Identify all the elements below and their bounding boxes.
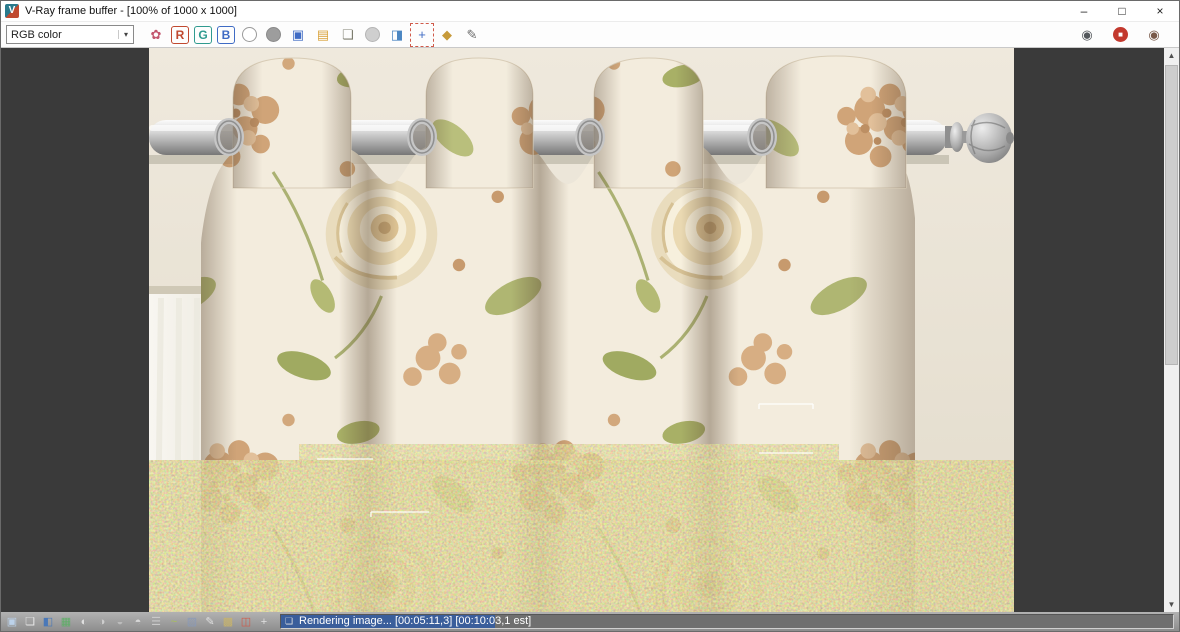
save-image-button[interactable]: ▣: [288, 25, 308, 45]
toolbar: RGB color ▾ ✿ RGB ▣▤❏ ◨+◆✎ ◉ ■ ◉: [1, 22, 1179, 48]
channel-dropdown-value: RGB color: [7, 29, 118, 41]
exposure-icon[interactable]: ◐: [76, 614, 92, 630]
green-channel-button[interactable]: G: [194, 26, 212, 44]
bucket-grid-icon[interactable]: ▩: [220, 614, 236, 630]
pan-zoom-icon[interactable]: +: [256, 614, 272, 630]
background-image-icon[interactable]: ▨: [184, 614, 200, 630]
channel-dropdown[interactable]: RGB color ▾: [6, 25, 134, 44]
render-image[interactable]: [149, 48, 1014, 612]
status-field: ❏ Rendering image... [00:05:11,3] [00:10…: [280, 614, 1174, 629]
start-render-button[interactable]: ◉: [1144, 25, 1164, 45]
titlebar[interactable]: V V-Ray frame buffer - [100% of 1000 x 1…: [1, 1, 1179, 22]
blue-channel-button[interactable]: B: [217, 26, 235, 44]
show-corrections-icon[interactable]: ❏: [22, 614, 38, 630]
link-buffer-button[interactable]: ◆: [437, 25, 457, 45]
window-title: V-Ray frame buffer - [100% of 1000 x 100…: [25, 5, 237, 17]
vfb-window: V V-Ray frame buffer - [100% of 1000 x 1…: [0, 0, 1180, 632]
restore-button[interactable]: □: [1103, 1, 1141, 22]
stop-render-button[interactable]: ■: [1113, 27, 1128, 42]
render-image-wrap: [149, 48, 1014, 612]
pixel-info-icon[interactable]: ▣: [4, 614, 20, 630]
toolbar-right-icons: ◉ ■ ◉: [1077, 25, 1174, 45]
chevron-down-icon: ▾: [118, 30, 133, 39]
log-icon: ❏: [285, 615, 293, 628]
vertical-scrollbar[interactable]: ▲ ▼: [1164, 48, 1179, 612]
alpha-channel-button[interactable]: [266, 27, 281, 42]
stamp-icon[interactable]: ✎: [202, 614, 218, 630]
levels-icon[interactable]: ☰: [148, 614, 164, 630]
statusbar-icons: ▣❏◧▦◐◑◒◓☰~▨✎▩◫+: [4, 614, 272, 630]
track-mouse-button[interactable]: ◉: [1077, 25, 1097, 45]
scrollbar-thumb[interactable]: [1165, 65, 1178, 365]
duplicate-to-host-button[interactable]: ◨: [387, 25, 407, 45]
region-render-button[interactable]: +: [412, 25, 432, 45]
window-controls: – □ ×: [1065, 1, 1179, 22]
scrollbar-track[interactable]: [1164, 63, 1179, 597]
clear-image-button[interactable]: [365, 27, 380, 42]
rgb-channels-button[interactable]: [242, 27, 257, 42]
scroll-up-button[interactable]: ▲: [1164, 48, 1179, 63]
monitor-icon[interactable]: ◧: [40, 614, 56, 630]
close-button[interactable]: ×: [1141, 1, 1179, 22]
minimize-button[interactable]: –: [1065, 1, 1103, 22]
color-balance-icon[interactable]: ◓: [130, 614, 146, 630]
copy-to-clipboard-button[interactable]: ❏: [338, 25, 358, 45]
load-image-button[interactable]: ▤: [313, 25, 333, 45]
color-corrections-icon[interactable]: ✿: [146, 25, 166, 45]
scroll-down-button[interactable]: ▼: [1164, 597, 1179, 612]
histogram-icon[interactable]: ▦: [58, 614, 74, 630]
vray-logo-icon: V: [5, 4, 19, 18]
render-viewport: ▲ ▼: [1, 48, 1179, 612]
curves-icon[interactable]: ~: [166, 614, 182, 630]
white-balance-icon[interactable]: ◑: [94, 614, 110, 630]
red-channel-button[interactable]: R: [171, 26, 189, 44]
toolbar-left-icons: ✿ RGB ▣▤❏ ◨+◆✎: [146, 25, 482, 45]
statusbar: ▣❏◧▦◐◑◒◓☰~▨✎▩◫+ ❏ Rendering image... [00…: [1, 612, 1179, 631]
stamp-button[interactable]: ✎: [462, 25, 482, 45]
compare-icon[interactable]: ◫: [238, 614, 254, 630]
hue-saturation-icon[interactable]: ◒: [112, 614, 128, 630]
status-text: Rendering image... [00:05:11,3] [00:10:0…: [299, 615, 531, 628]
noise-region: [149, 444, 1014, 612]
